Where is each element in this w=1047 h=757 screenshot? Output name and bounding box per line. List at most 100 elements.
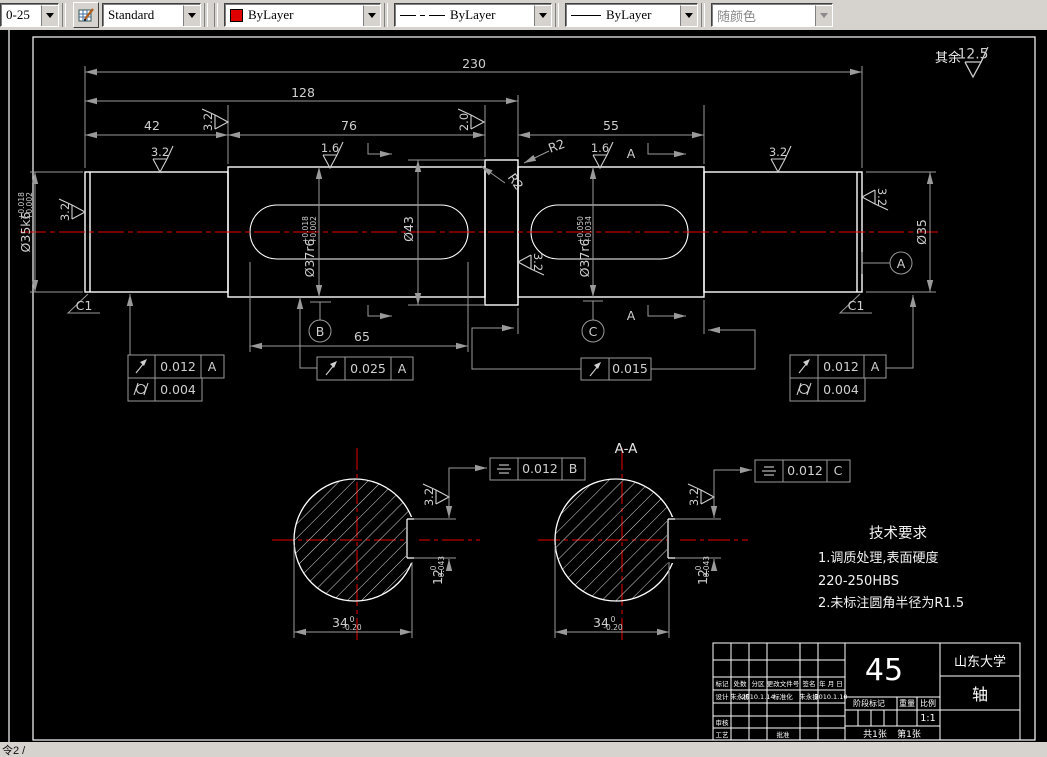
svg-text:Ø43: Ø43 [401, 216, 416, 242]
lineweight-combo-dropdown[interactable] [680, 4, 697, 26]
tb-standardize-date: 2010.1.10 [814, 693, 847, 701]
toolbar-separator [62, 3, 66, 27]
roughness-value: 3.2 [769, 145, 787, 159]
color-swatch-red [230, 8, 243, 22]
tolerance-value: 0.025 [350, 361, 386, 376]
tb-header: 分区 [752, 679, 766, 688]
color-combo[interactable]: ByLayer [224, 3, 381, 27]
tb-header: 年 月 日 [819, 679, 843, 688]
color-combo-dropdown[interactable] [363, 4, 380, 26]
svg-text:12.5: 12.5 [958, 47, 989, 63]
tolerance-value: 0.004 [823, 382, 859, 397]
chevron-down-icon [188, 13, 196, 18]
symmetry-icon [496, 464, 512, 474]
plotstyle-combo-value: 随颜色 [717, 8, 757, 24]
tech-line2: 220-250HBS [818, 574, 899, 589]
text-style-combo[interactable]: Standard [102, 3, 201, 27]
dim-keyway-width: 34 0 -0.20 [332, 615, 362, 632]
svg-text:+0.002: +0.002 [309, 216, 318, 244]
roughness-value: 2.0 [457, 113, 471, 131]
roughness-symbols: 3.2 1.6 1.6 3.2 3.2 2.0 3.2 3.2 3.2 3.2 … [58, 46, 989, 506]
roughness-value: 3.2 [422, 488, 436, 506]
roughness-value: 3.2 [58, 203, 72, 221]
tolerance-value: 0.012 [787, 463, 823, 478]
tolerance-frames: 0.012 A 0.004 0.025 A 0.015 0.012 A 0.00… [126, 294, 917, 517]
dim-dia43: Ø43 [401, 216, 416, 242]
style-manager-button[interactable] [73, 2, 99, 28]
toolbar-separator [701, 3, 705, 27]
chevron-down-icon [539, 13, 547, 18]
dim-42: 42 [144, 118, 160, 133]
toolbar-separator [204, 3, 208, 27]
chevron-down-icon [368, 13, 376, 18]
linetype-combo[interactable]: ByLayer [394, 3, 552, 27]
tb-stage-mark: 阶段标记 [853, 698, 885, 708]
chamfer-left-label: C1 [76, 298, 93, 313]
tolerance-value: 0.015 [612, 361, 648, 376]
toolbar-separator [555, 3, 559, 27]
datum-a-label: A [897, 256, 906, 271]
dim-dia35k6: Ø35k6 +0.018 +0.002 [17, 192, 34, 253]
dim-55: 55 [603, 118, 619, 133]
roughness-value: 1.6 [591, 141, 609, 155]
tb-header: 处数 [734, 679, 748, 688]
tb-approve: 批准 [777, 730, 791, 739]
tolerance-datum: A [208, 359, 217, 374]
material-grade: 45 [865, 653, 903, 688]
circular-runout-icon [798, 358, 811, 374]
command-line-text: 令2 / [2, 744, 26, 757]
plotstyle-combo-dropdown [815, 4, 832, 26]
solid-line-icon [571, 14, 601, 16]
dashdot-linetype-icon [400, 14, 445, 16]
tolerance-datum: A [398, 361, 407, 376]
circular-runout-icon [135, 358, 148, 374]
symmetry-icon [761, 466, 777, 476]
title-block: 45 山东大学 轴 标记 处数 分区 更改文件号 签名 年 月 日 设计 朱永振… [712, 642, 1021, 741]
section-label: A-A [615, 441, 639, 457]
command-line-bar[interactable]: 令2 / [0, 742, 1047, 757]
autocad-window: 0-25 Standard ByLayer ByLayer ByLayer 随颜… [0, 0, 1047, 757]
tb-sheets-total: 共1张 [863, 729, 887, 740]
style-manager-icon [78, 7, 94, 21]
svg-text:+0.034: +0.034 [584, 216, 593, 244]
svg-text:-0.20: -0.20 [342, 623, 362, 632]
datum-c-label: C [589, 324, 598, 339]
roughness-value: 3.2 [687, 488, 701, 506]
color-combo-value: ByLayer [248, 7, 294, 22]
section-views: A-A 12 0 -0.043 34 0 -0.20 12 0 -0.043 3… [293, 441, 721, 638]
tb-header: 更改文件号 [767, 679, 800, 688]
dim-76: 76 [341, 118, 357, 133]
layer-combo[interactable]: 0-25 [0, 3, 59, 27]
tb-header: 签名 [803, 679, 816, 688]
dim-dia35: Ø35 [914, 219, 929, 245]
svg-text:-0.043: -0.043 [437, 556, 446, 580]
fillet-r2-label: R2 [546, 136, 567, 156]
chamfer-fillet-labels: C1 C1 R2 R2 [66, 136, 872, 314]
tb-design: 设计 [716, 692, 730, 701]
chamfer-right-label: C1 [848, 298, 865, 313]
svg-text:-0.043: -0.043 [702, 556, 711, 580]
tech-line1: 1.调质处理,表面硬度 [818, 550, 939, 566]
roughness-value: 3.2 [201, 113, 215, 131]
datum-b-label: B [316, 324, 325, 339]
text-style-dropdown[interactable] [183, 4, 200, 26]
tolerance-datum: C [834, 463, 843, 478]
tb-scale-label: 比例 [920, 698, 936, 708]
linetype-combo-value: ByLayer [450, 7, 496, 22]
tb-design-date: 2010.1.14 [741, 693, 774, 701]
drawing-canvas[interactable]: 230 128 42 76 55 65 Ø35k6 +0.018 +0.002 … [0, 30, 1047, 742]
dim-230: 230 [462, 56, 486, 71]
linetype-combo-dropdown[interactable] [534, 4, 551, 26]
circular-runout-icon [589, 361, 602, 377]
dim-keyway-width: 34 0 -0.20 [593, 615, 623, 632]
layer-combo-dropdown[interactable] [41, 4, 58, 26]
centerlines [20, 231, 938, 643]
circular-runout-icon [325, 360, 338, 376]
cylindricity-icon [133, 382, 149, 396]
tolerance-value: 0.004 [160, 382, 196, 397]
svg-text:-0.20: -0.20 [603, 623, 623, 632]
lineweight-combo[interactable]: ByLayer [565, 3, 698, 27]
roughness-value: 3.2 [531, 253, 545, 271]
organization: 山东大学 [954, 654, 1006, 670]
general-roughness-prefix: 其余 [935, 50, 961, 66]
